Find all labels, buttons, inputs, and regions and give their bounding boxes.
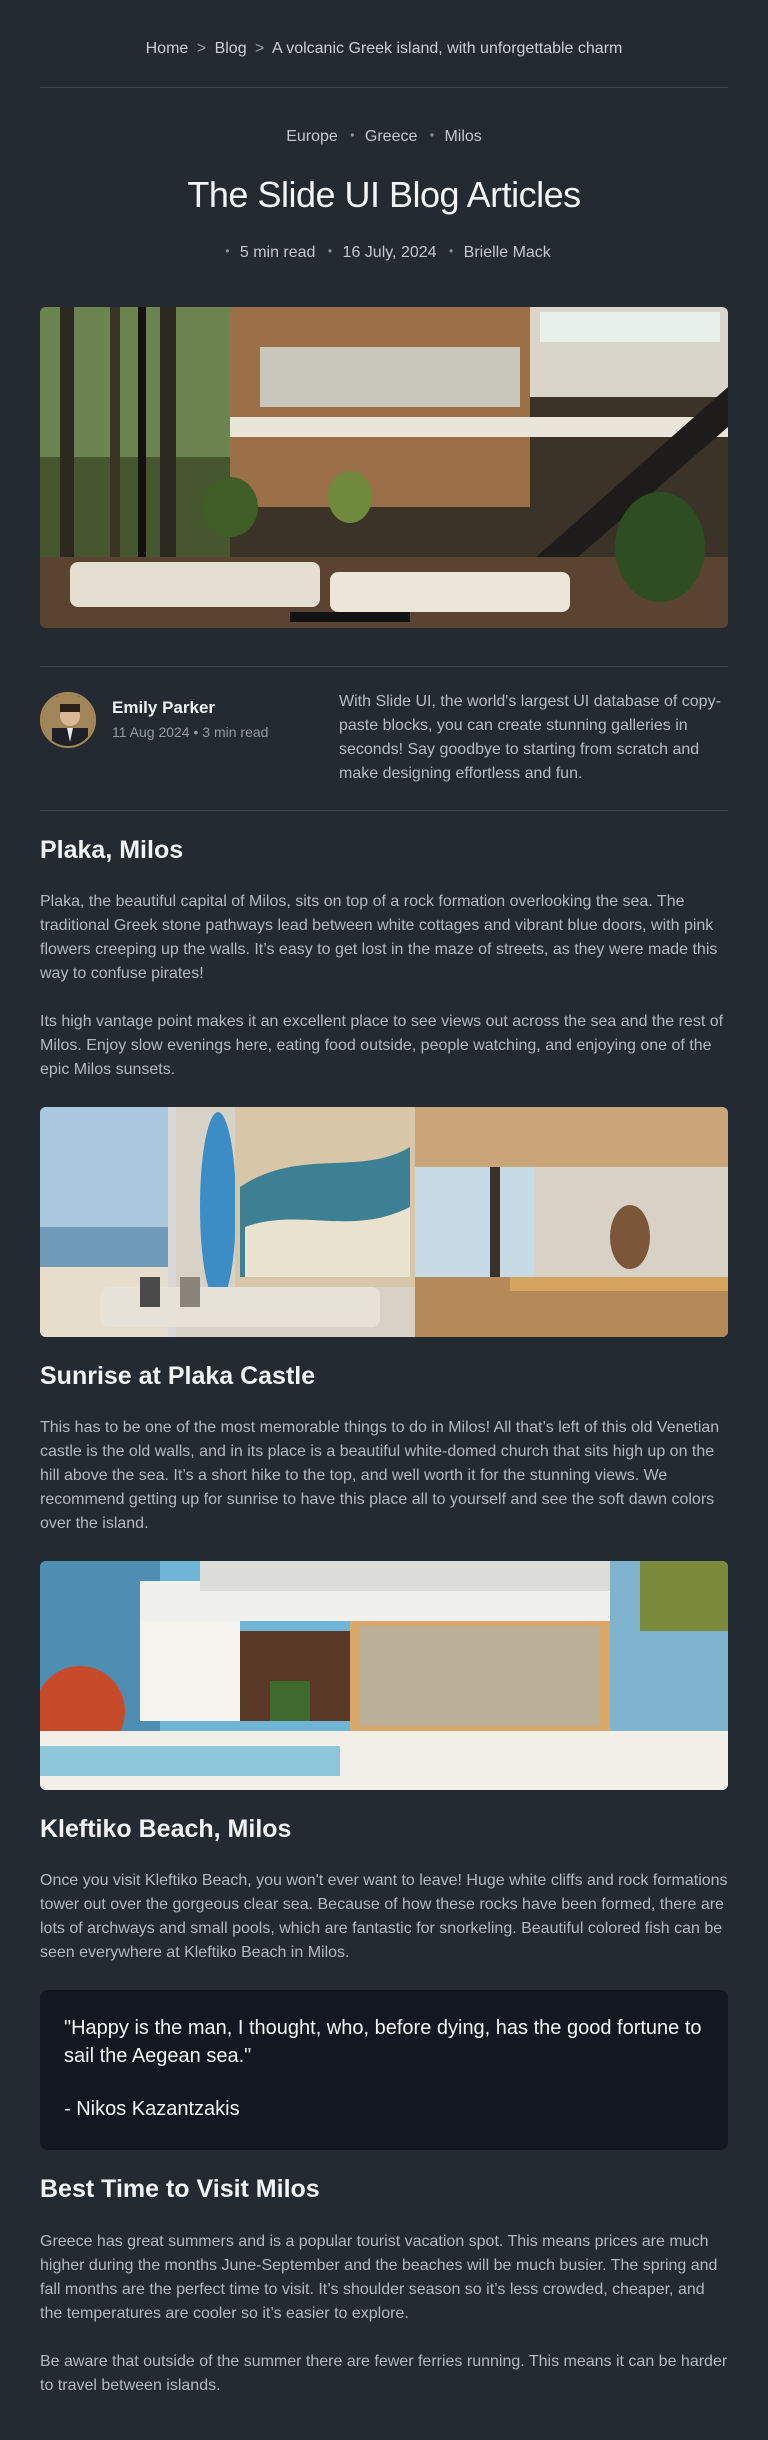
breadcrumb-separator: > xyxy=(255,40,265,57)
paragraph-kleftiko-1: Once you visit Kleftiko Beach, you won't… xyxy=(40,1872,728,1961)
breadcrumb-blog-link[interactable]: Blog xyxy=(215,40,247,57)
bullet-icon: • xyxy=(327,244,333,258)
quote-text: "Happy is the man, I thought, who, befor… xyxy=(64,2017,702,2067)
living-room-image xyxy=(40,1107,728,1337)
blockquote: "Happy is the man, I thought, who, befor… xyxy=(40,1990,728,2150)
author-top-divider xyxy=(40,666,728,667)
author-card-name[interactable]: Emily Parker xyxy=(112,698,215,718)
author-card-read-time: 3 min read xyxy=(202,724,269,740)
paragraph-plaka-2: Its high vantage point makes it an excel… xyxy=(40,1013,724,1078)
bullet-icon: • xyxy=(225,244,230,258)
villa-exterior-image xyxy=(40,1561,728,1790)
quote-author: - Nikos Kazantzakis xyxy=(64,2098,240,2120)
paragraph-best-time-2: Be aware that outside of the summer ther… xyxy=(40,2353,728,2394)
top-divider xyxy=(40,87,728,88)
paragraph-best-time-1: Greece has great summers and is a popula… xyxy=(40,2233,718,2322)
bullet-icon: • xyxy=(193,724,203,740)
bullet-icon: • xyxy=(350,128,355,142)
section-heading-plaka: Plaka, Milos xyxy=(40,836,184,864)
bullet-icon: • xyxy=(449,244,454,258)
avatar[interactable] xyxy=(40,692,96,748)
section-heading-kleftiko: Kleftiko Beach, Milos xyxy=(40,1815,292,1843)
breadcrumb: Home > Blog > A volcanic Greek island, w… xyxy=(40,40,728,66)
author-bottom-divider xyxy=(40,810,728,811)
paragraph-plaka-1: Plaka, the beautiful capital of Milos, s… xyxy=(40,893,718,982)
article-meta: • 5 min read • 16 July, 2024 • Brielle M… xyxy=(40,244,728,262)
bullet-icon: • xyxy=(429,128,435,142)
paragraph-sunrise-1: This has to be one of the most memorable… xyxy=(40,1419,720,1532)
author-blurb: With Slide UI, the world's largest UI da… xyxy=(339,693,721,782)
read-time: 5 min read xyxy=(239,244,316,261)
tag-greece[interactable]: Greece xyxy=(365,128,417,146)
section-heading-best-time: Best Time to Visit Milos xyxy=(40,2175,320,2203)
author-card-date: 11 Aug 2024 xyxy=(112,724,190,740)
tag-europe[interactable]: Europe xyxy=(286,128,338,146)
tag-milos[interactable]: Milos xyxy=(444,128,481,146)
author-name[interactable]: Brielle Mack xyxy=(464,244,551,261)
author-card: Emily Parker 11 Aug 2024 • 3 min read Wi… xyxy=(40,690,728,802)
page-title: The Slide UI Blog Articles xyxy=(187,174,581,215)
breadcrumb-current: A volcanic Greek island, with unforgetta… xyxy=(271,40,623,57)
section-heading-sunrise: Sunrise at Plaka Castle xyxy=(40,1362,316,1390)
tag-list: Europe • Greece • Milos xyxy=(40,128,728,146)
article-page: Home > Blog > A volcanic Greek island, w… xyxy=(0,0,768,2440)
breadcrumb-separator: > xyxy=(196,40,207,57)
breadcrumb-home-link[interactable]: Home xyxy=(146,40,189,57)
hero-image xyxy=(40,307,728,628)
author-card-meta: 11 Aug 2024 • 3 min read xyxy=(112,724,268,740)
publish-date: 16 July, 2024 xyxy=(342,244,437,261)
